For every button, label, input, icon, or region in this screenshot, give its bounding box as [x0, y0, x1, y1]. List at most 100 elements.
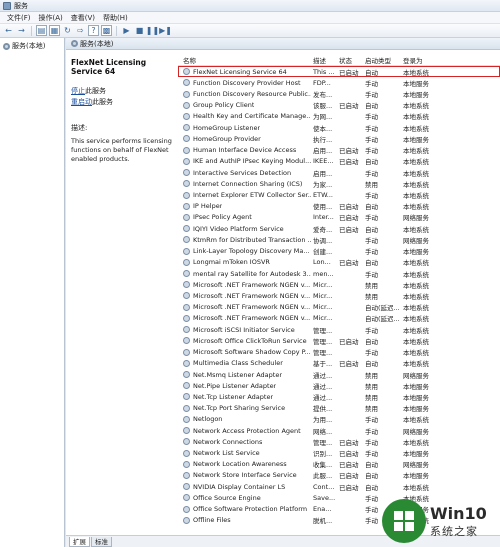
service-name-cell: NVIDIA Display Container LS [178, 483, 311, 491]
gear-icon [183, 247, 190, 255]
gear-icon [183, 415, 190, 423]
table-row[interactable]: IQIYI Video Platform Service 爱奇... 已启动 自动 本地… [178, 223, 500, 234]
service-description: 使用... [313, 203, 333, 212]
table-row[interactable]: NVIDIA Display Container LS Cont... 已启动 自动 本… [178, 481, 500, 492]
service-logon-as: 本地系统 [403, 326, 429, 335]
table-row[interactable]: Network Store Interface Service 此服... 已启动自… [178, 470, 500, 481]
table-row[interactable]: KtmRm for Distributed Transaction ... 协调.… [178, 234, 500, 245]
service-logon-as: 网络服务 [403, 427, 429, 436]
table-row[interactable]: Longmai mToken IOSVR Lon... 已启动 自动 本地系统 [178, 257, 500, 268]
service-startup-type: 手动 [365, 438, 378, 447]
service-logon-as: 网络服务 [403, 214, 429, 223]
table-row[interactable]: Multimedia Class Scheduler 基于... 已启动 自动 本地系统 [178, 358, 500, 369]
service-name-cell: Net.Tcp Listener Adapter [178, 393, 311, 401]
service-name-cell: Link-Layer Topology Discovery Ma... [178, 247, 311, 255]
table-row[interactable]: Health Key and Certificate Manage... 为网..… [178, 111, 500, 122]
table-row[interactable]: Net.Tcp Listener Adapter 通过... 禁用 本地服务 [178, 391, 500, 402]
table-row[interactable]: Group Policy Client 该服... 已启动 自动 本地系统 [178, 100, 500, 111]
table-row[interactable]: Netlogon 为用... 手动 本地系统 [178, 414, 500, 425]
table-row[interactable]: Net.Msmq Listener Adapter 通过... 禁用 网络服务 [178, 369, 500, 380]
table-row[interactable]: IPsec Policy Agent Inter... 已启动 手动 网络服务 [178, 212, 500, 223]
service-startup-type: 手动 [365, 248, 378, 257]
table-row[interactable]: Function Discovery Provider Host FDP... 手动… [178, 77, 500, 88]
gear-icon [183, 191, 190, 199]
service-name: Group Policy Client [193, 101, 255, 110]
table-row[interactable]: mental ray Satellite for Autodesk 3... me… [178, 268, 500, 279]
watermark-text: Win10 系统之家 [430, 504, 487, 539]
table-row[interactable]: Network Connections 管理... 已启动 手动 本地系统 [178, 436, 500, 447]
service-logon-as: 本地系统 [403, 315, 429, 324]
table-row[interactable]: Human Interface Device Access 启用... 已启动 手动 本… [178, 145, 500, 156]
column-header-description[interactable]: 描述 [311, 55, 337, 65]
table-row[interactable]: Network Location Awareness 收集... 已启动 自动 网络服务 [178, 459, 500, 470]
restart-service-icon[interactable]: ▶❚ [159, 25, 172, 36]
gear-icon [183, 270, 190, 278]
table-row[interactable]: Link-Layer Topology Discovery Ma... 创建...… [178, 246, 500, 257]
table-row[interactable]: Microsoft .NET Framework NGEN v... Micr..… [178, 290, 500, 301]
help-icon[interactable]: ? [88, 25, 99, 36]
table-row[interactable]: Function Discovery Resource Public... 发布.… [178, 88, 500, 99]
table-row[interactable]: Microsoft .NET Framework NGEN v... Micr..… [178, 302, 500, 313]
service-startup-type: 自动 [365, 203, 378, 212]
table-row[interactable]: IP Helper 使用... 已启动 自动 本地系统 [178, 201, 500, 212]
start-service-icon[interactable]: ▶ [121, 25, 132, 36]
gear-icon [183, 337, 190, 345]
table-row[interactable]: Internet Connection Sharing (ICS) 为家... 禁用… [178, 178, 500, 189]
service-name-cell: Network Store Interface Service [178, 471, 311, 479]
table-row[interactable]: Microsoft .NET Framework NGEN v... Micr..… [178, 279, 500, 290]
column-header-startup-type[interactable]: 启动类型 [363, 55, 401, 65]
service-name: Net.Pipe Listener Adapter [193, 381, 277, 390]
table-row[interactable]: Net.Pipe Listener Adapter 通过... 禁用 本地服务 [178, 380, 500, 391]
service-name: Internet Explorer ETW Collector Ser... [193, 191, 311, 200]
table-row[interactable]: Microsoft .NET Framework NGEN v... Micr..… [178, 313, 500, 324]
service-description: FDP... [313, 78, 331, 87]
service-name: Interactive Services Detection [193, 168, 292, 177]
details-view-icon[interactable]: ▩ [101, 25, 112, 36]
console-tree-icon[interactable]: ▤ [36, 25, 47, 36]
back-arrow-icon[interactable]: ← [3, 25, 14, 36]
service-name-cell: FlexNet Licensing Service 64 [178, 68, 311, 76]
service-startup-type: 自动 [365, 68, 378, 77]
service-name: Microsoft .NET Framework NGEN v... [193, 303, 311, 312]
service-status: 已启动 [339, 158, 359, 167]
tree-item-services-local[interactable]: 服务(本地) [0, 38, 64, 51]
service-logon-as: 网络服务 [403, 461, 429, 470]
table-row[interactable]: Microsoft Office ClickToRun Service 管理...… [178, 335, 500, 346]
menu-view[interactable]: 查看(V) [67, 13, 99, 23]
table-row[interactable]: Network Access Protection Agent 网络... 手动 网络… [178, 425, 500, 436]
table-row[interactable]: Network List Service 识别... 已启动 手动 本地服务 [178, 447, 500, 458]
service-startup-type: 手动 [365, 192, 378, 201]
restart-service-link[interactable]: 重启动 [71, 98, 92, 106]
table-row[interactable]: IKE and AuthIP IPsec Keying Modul... IKEE… [178, 156, 500, 167]
service-status: 已启动 [339, 225, 359, 234]
services-list: 名称 描述 状态 启动类型 登录为 FlexNet Licensing Serv… [178, 55, 500, 529]
refresh-icon[interactable]: ↻ [62, 25, 73, 36]
properties-icon[interactable]: ▦ [49, 25, 60, 36]
watermark-subtitle: 系统之家 [430, 524, 478, 538]
table-row[interactable]: Microsoft Software Shadow Copy P... 管理...… [178, 346, 500, 357]
table-row[interactable]: Interactive Services Detection 启用... 手动 本地系… [178, 167, 500, 178]
export-list-icon[interactable]: ⇨ [75, 25, 86, 36]
table-row[interactable]: FlexNet Licensing Service 64 This ... 已启动自… [178, 66, 500, 78]
table-row[interactable]: Internet Explorer ETW Collector Ser... ET… [178, 189, 500, 200]
table-row[interactable]: HomeGroup Listener 使本... 手动 本地系统 [178, 122, 500, 133]
pause-service-icon[interactable]: ❚❚ [146, 25, 159, 36]
column-header-name[interactable]: 名称 [178, 55, 311, 65]
menu-action[interactable]: 操作(A) [35, 13, 67, 23]
stop-service-link[interactable]: 停止 [71, 87, 85, 95]
tab-standard[interactable]: 标准 [91, 536, 112, 547]
service-startup-type: 手动 [365, 91, 378, 100]
service-startup-type: 手动 [365, 79, 378, 88]
forward-arrow-icon[interactable]: → [16, 25, 27, 36]
table-row[interactable]: Net.Tcp Port Sharing Service 提供... 禁用 本地服务 [178, 403, 500, 414]
stop-service-icon[interactable]: ■ [134, 25, 145, 36]
service-startup-type: 自动 [365, 259, 378, 268]
table-row[interactable]: Microsoft iSCSI Initiator Service 管理... 手动… [178, 324, 500, 335]
menu-file[interactable]: 文件(F) [3, 13, 35, 23]
column-header-status[interactable]: 状态 [337, 55, 363, 65]
column-header-logon-as[interactable]: 登录为 [401, 55, 443, 65]
menu-help[interactable]: 帮助(H) [99, 13, 132, 23]
tab-extended[interactable]: 扩展 [69, 536, 90, 547]
service-description: 网络... [313, 427, 333, 436]
table-row[interactable]: HomeGroup Provider 执行... 手动 本地服务 [178, 133, 500, 144]
